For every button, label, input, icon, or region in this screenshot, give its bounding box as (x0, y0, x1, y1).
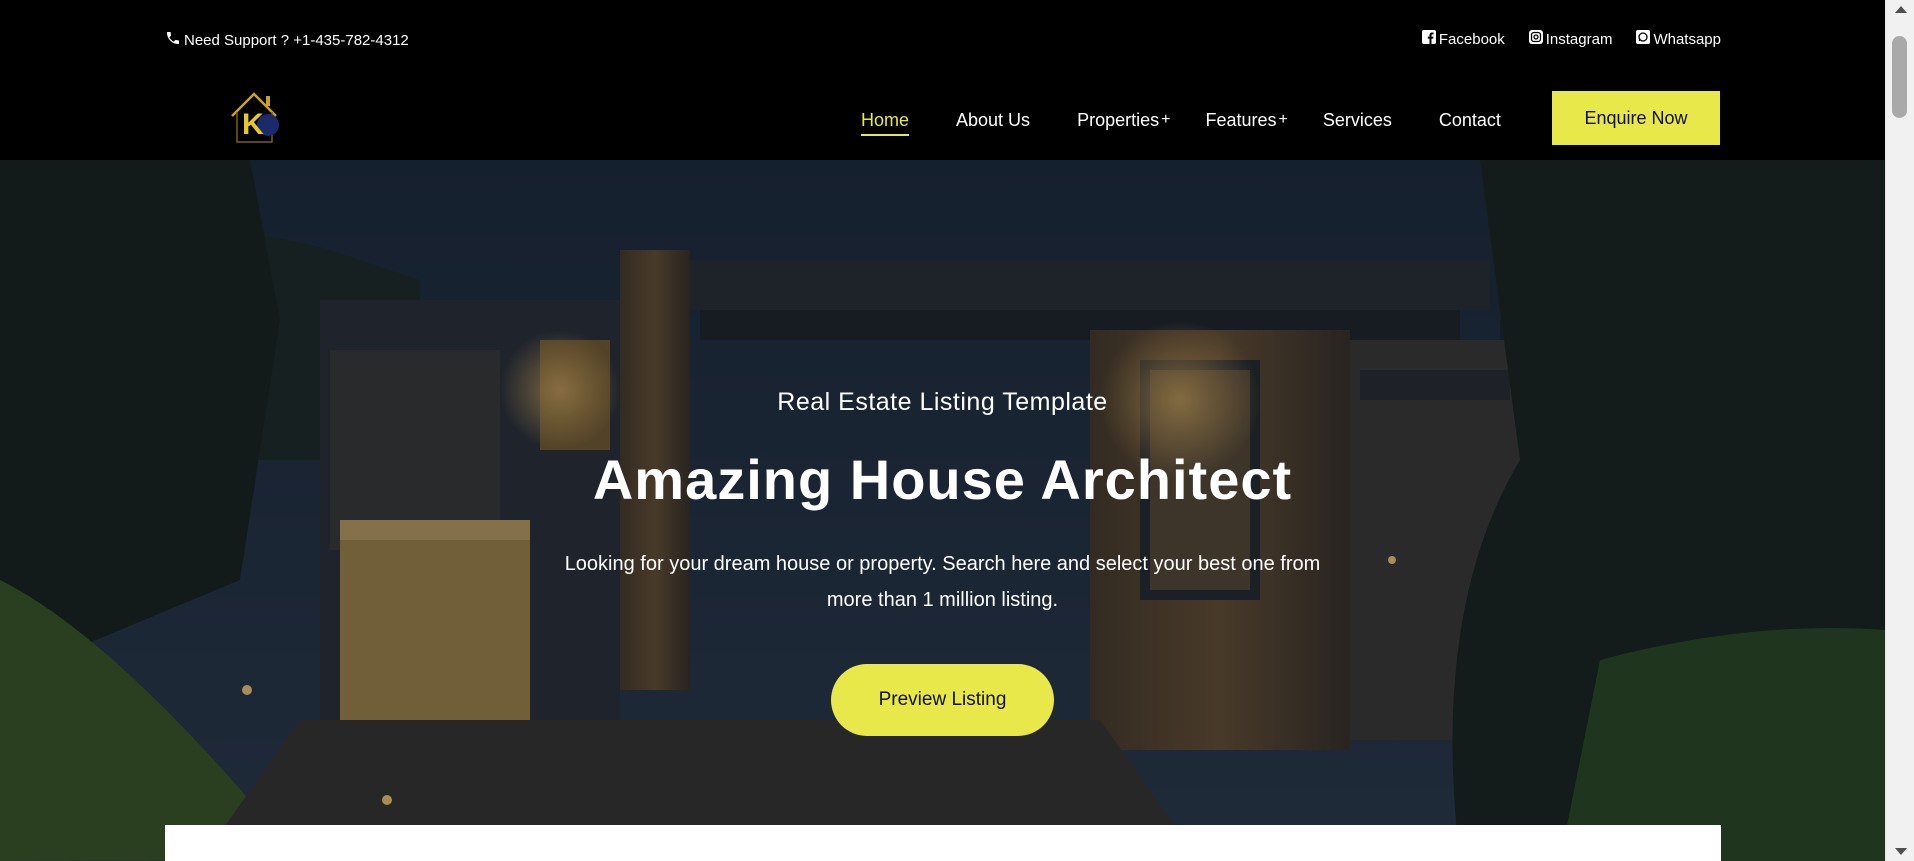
facebook-link[interactable]: Facebook (1421, 30, 1505, 48)
primary-nav: Home About Us Properties + Features + Se… (861, 80, 1548, 160)
hero-lead: Looking for your dream house or property… (564, 553, 1321, 611)
support-text: Need Support ? +1-435-782-4312 (184, 31, 409, 49)
whatsapp-link[interactable]: Whatsapp (1636, 30, 1721, 48)
plus-icon: + (1161, 111, 1171, 128)
nav-properties-label: Properties (1077, 109, 1160, 130)
scroll-up-arrow-icon[interactable] (1895, 6, 1907, 13)
whatsapp-label: Whatsapp (1653, 30, 1721, 48)
hero-eyebrow: Real Estate Listing Template (777, 388, 1108, 416)
nav-about-us-label: About Us (956, 109, 1031, 130)
site-logo[interactable]: K (230, 88, 282, 146)
top-bar: Need Support ? +1-435-782-4312 Facebook … (0, 0, 1885, 80)
nav-services-label: Services (1322, 109, 1392, 130)
instagram-label: Instagram (1545, 30, 1613, 48)
support-contact[interactable]: Need Support ? +1-435-782-4312 (165, 30, 409, 50)
facebook-icon (1421, 30, 1436, 48)
social-links: Facebook Instagram Whatsapp (1421, 30, 1721, 48)
nav-home-label: Home (861, 109, 910, 130)
main-navbar: K Home About Us Properties + Features + … (0, 80, 1885, 160)
hero-section: Real Estate Listing Template Amazing Hou… (0, 160, 1885, 861)
hero-headline: Amazing House Architect (592, 448, 1293, 511)
browser-viewport: Need Support ? +1-435-782-4312 Facebook … (0, 0, 1885, 861)
plus-icon: + (1278, 111, 1288, 128)
nav-properties[interactable]: Properties + (1077, 84, 1170, 157)
search-panel (165, 825, 1721, 861)
instagram-icon (1528, 30, 1543, 48)
nav-features-label: Features (1205, 109, 1277, 130)
preview-listing-button[interactable]: Preview Listing (831, 664, 1054, 736)
page-scrollbar[interactable] (1885, 0, 1914, 861)
whatsapp-icon (1636, 30, 1651, 48)
nav-contact-label: Contact (1438, 109, 1501, 130)
logo-house-icon: K (231, 92, 279, 143)
logo-letter: K (242, 108, 264, 141)
nav-home[interactable]: Home (861, 84, 910, 157)
enquire-now-button[interactable]: Enquire Now (1552, 91, 1720, 145)
nav-about-us[interactable]: About Us (956, 84, 1030, 157)
phone-icon (165, 30, 181, 50)
nav-contact[interactable]: Contact (1439, 84, 1501, 157)
nav-features[interactable]: Features + (1205, 84, 1287, 157)
facebook-label: Facebook (1438, 30, 1505, 48)
scroll-down-arrow-icon[interactable] (1895, 848, 1907, 855)
nav-services[interactable]: Services (1323, 84, 1392, 157)
instagram-link[interactable]: Instagram (1528, 30, 1613, 48)
scroll-thumb[interactable] (1892, 36, 1907, 118)
